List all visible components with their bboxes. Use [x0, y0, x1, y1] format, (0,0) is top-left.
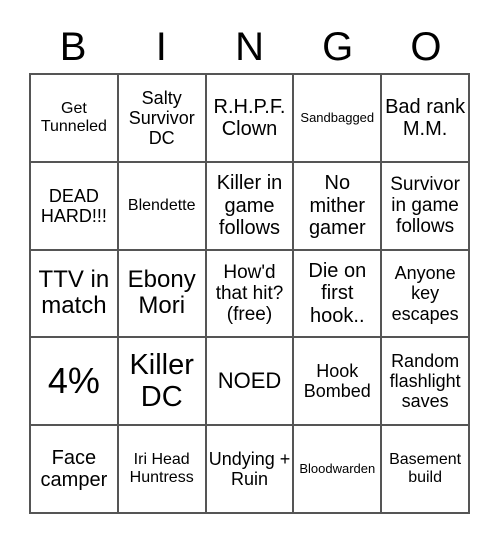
bingo-cell[interactable]: Get Tunneled	[30, 74, 118, 162]
bingo-cell[interactable]: DEAD HARD!!!	[30, 161, 118, 250]
bingo-cell[interactable]: Ebony Mori	[117, 249, 206, 338]
bingo-cell[interactable]: Killer DC	[117, 337, 206, 426]
bingo-cell[interactable]: Undying + Ruin	[205, 425, 294, 513]
bingo-cell[interactable]: Survivor in game follows	[381, 161, 469, 250]
bingo-cell[interactable]: Face camper	[30, 425, 118, 513]
bingo-cell[interactable]: Die on first hook..	[293, 249, 382, 338]
bingo-cell[interactable]: Bad rank M.M.	[381, 74, 469, 162]
bingo-cell[interactable]: Salty Survivor DC	[117, 74, 206, 162]
bingo-cell[interactable]: No mither gamer	[293, 161, 382, 250]
bingo-cell[interactable]: Iri Head Huntress	[117, 425, 206, 513]
header-letter-i: I	[155, 25, 167, 69]
bingo-cell[interactable]: Sandbagged	[293, 74, 382, 162]
bingo-cell[interactable]: Basement build	[381, 425, 469, 513]
bingo-cell[interactable]: Random flashlight saves	[381, 337, 469, 426]
header-letter-b: B	[59, 25, 87, 69]
bingo-cell[interactable]: How'd that hit? (free)	[205, 249, 294, 338]
header-letter-g: G	[322, 25, 354, 69]
bingo-cell[interactable]: Hook Bombed	[293, 337, 382, 426]
bingo-cell[interactable]: TTV in match	[30, 249, 118, 338]
bingo-grid: Get Tunneled Salty Survivor DC R.H.P.F. …	[29, 73, 470, 514]
header-letter-n: N	[235, 25, 264, 69]
header-letter-o: O	[410, 25, 442, 69]
bingo-cell[interactable]: Bloodwarden	[293, 425, 382, 513]
bingo-cell[interactable]: NOED	[205, 337, 294, 426]
bingo-cell[interactable]: Blendette	[117, 161, 206, 250]
bingo-cell[interactable]: Killer in game follows	[205, 161, 294, 250]
bingo-cell[interactable]: R.H.P.F. Clown	[205, 74, 294, 162]
bingo-cell[interactable]: 4%	[30, 337, 118, 426]
bingo-header: B I N G O	[29, 22, 470, 72]
bingo-cell[interactable]: Anyone key escapes	[381, 249, 469, 338]
